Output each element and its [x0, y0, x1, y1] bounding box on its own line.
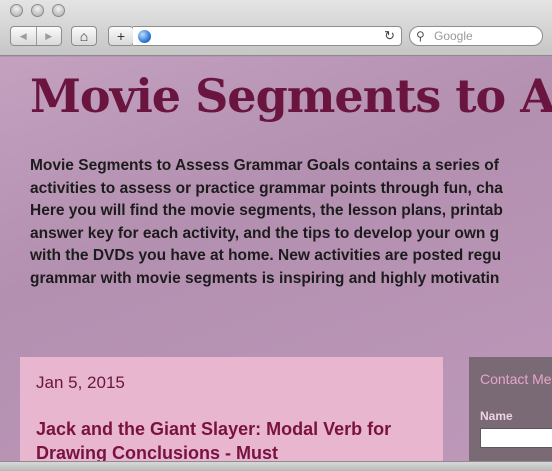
description-line: Here you will find the movie segments, t…	[30, 202, 503, 219]
plus-icon: +	[116, 28, 126, 44]
forward-button[interactable]: ▶	[35, 27, 62, 45]
close-window-button[interactable]	[10, 4, 23, 17]
web-page: Movie Segments to Assess Grammar Goals M…	[0, 57, 552, 461]
forward-icon: ▶	[45, 30, 53, 41]
back-button[interactable]: ◀	[11, 27, 36, 45]
post-title-link[interactable]: Jack and the Giant Slayer: Modal Verb fo…	[36, 417, 426, 461]
contact-widget: Contact Me Name	[469, 357, 552, 461]
back-forward-group: ◀ ▶	[10, 26, 62, 46]
description-line: answer key for each activity, and the ti…	[30, 224, 500, 242]
browser-toolbar: ◀ ▶ ⌂ + ↻ ⚲ Google	[0, 0, 552, 56]
name-label: Name	[480, 409, 513, 423]
blog-description: Movie Segments to Assess Grammar Goals c…	[30, 155, 552, 290]
browser-status-bar	[0, 461, 552, 471]
back-icon: ◀	[19, 30, 27, 41]
contact-widget-title: Contact Me	[480, 371, 552, 387]
address-bar[interactable]: ↻	[133, 26, 402, 46]
reload-icon[interactable]: ↻	[384, 28, 395, 44]
post-card: Jan 5, 2015 Jack and the Giant Slayer: M…	[20, 357, 443, 461]
home-icon: ⌂	[79, 28, 89, 44]
add-bookmark-button[interactable]: +	[108, 26, 134, 46]
zoom-window-button[interactable]	[52, 4, 65, 17]
description-line: activities to assess or practice grammar…	[30, 179, 503, 197]
name-input[interactable]	[480, 428, 552, 448]
description-line: with the DVDs you have at home. New acti…	[30, 247, 502, 264]
post-date: Jan 5, 2015	[36, 373, 125, 392]
search-field[interactable]: ⚲ Google	[409, 26, 543, 46]
globe-icon	[138, 30, 151, 43]
blog-title[interactable]: Movie Segments to Assess Grammar Goals	[30, 69, 552, 123]
description-line: grammar with movie segments is inspiring…	[30, 269, 500, 287]
search-icon: ⚲	[416, 29, 425, 43]
description-line: Movie Segments to Assess Grammar Goals c…	[30, 157, 499, 174]
home-button[interactable]: ⌂	[71, 26, 97, 46]
window-controls	[10, 4, 65, 17]
search-placeholder: Google	[434, 29, 473, 43]
minimize-window-button[interactable]	[31, 4, 44, 17]
